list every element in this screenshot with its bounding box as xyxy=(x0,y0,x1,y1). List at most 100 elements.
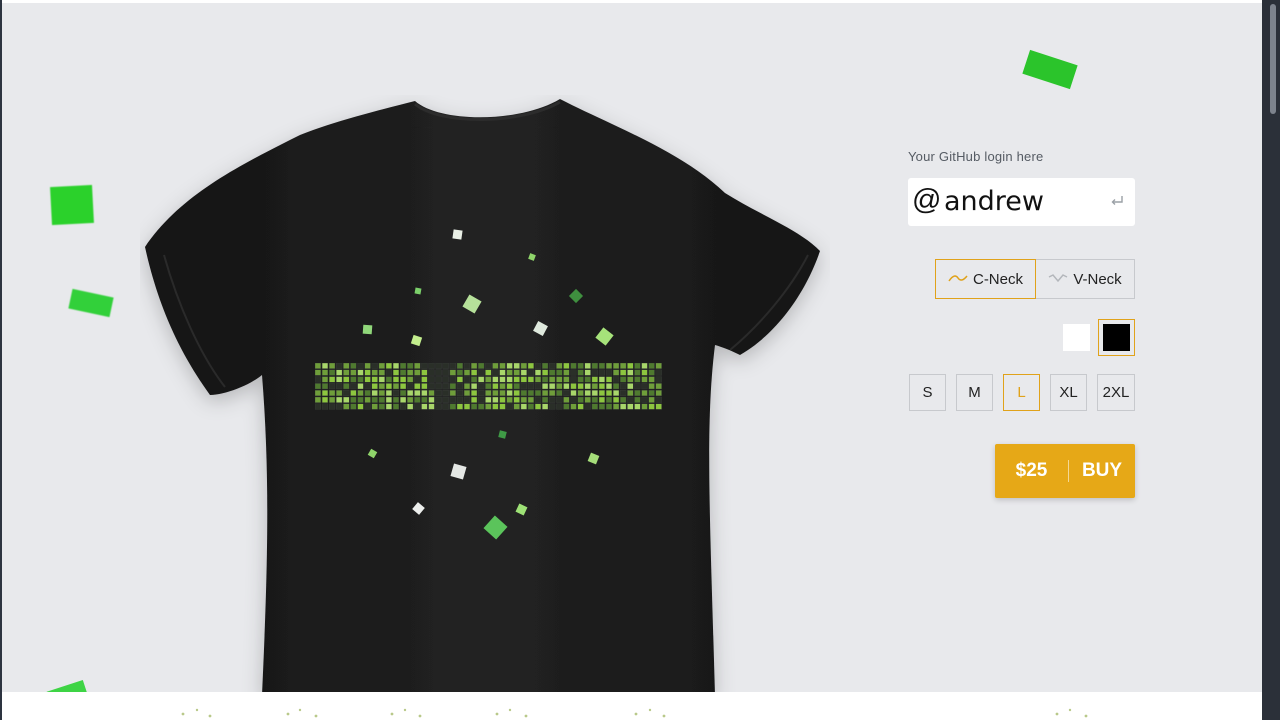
print-pixel xyxy=(534,363,542,369)
print-pixel xyxy=(598,369,606,376)
color-swatch-black[interactable] xyxy=(1098,319,1135,356)
print-pixel xyxy=(563,396,570,403)
print-pixel xyxy=(321,403,329,410)
buy-button[interactable]: $25 BUY xyxy=(995,444,1135,498)
print-pixel xyxy=(570,376,577,383)
print-pixel xyxy=(421,383,428,390)
scrollbar[interactable] xyxy=(1262,0,1280,720)
print-pixel xyxy=(520,396,527,403)
print-pixel xyxy=(442,369,449,376)
print-pixel xyxy=(591,396,598,403)
print-pixel xyxy=(407,396,414,403)
print-pixel xyxy=(371,403,378,410)
print-pixel xyxy=(328,363,336,369)
print-pixel xyxy=(549,383,556,390)
print-pixel xyxy=(414,403,421,410)
footer-decoration xyxy=(181,708,1088,718)
print-pixel xyxy=(336,396,343,403)
print-pixel xyxy=(478,390,485,397)
print-pixel xyxy=(506,403,513,410)
print-pixel xyxy=(655,376,662,383)
size-button-m[interactable]: M xyxy=(956,374,993,411)
print-pixel xyxy=(506,390,513,397)
print-pixel xyxy=(605,363,613,369)
github-login-field[interactable]: @ xyxy=(908,178,1135,226)
print-pixel xyxy=(492,390,499,397)
print-pixel xyxy=(364,403,371,410)
scrollbar-thumb[interactable] xyxy=(1270,4,1276,114)
print-pixel xyxy=(570,369,577,376)
print-pixel xyxy=(485,376,492,383)
print-pixel xyxy=(399,376,407,383)
print-pixel xyxy=(641,376,648,383)
print-pixel xyxy=(563,376,570,383)
print-pixel xyxy=(456,396,464,403)
print-pixel xyxy=(470,403,478,410)
print-pixel xyxy=(315,403,322,410)
print-pixel xyxy=(520,369,527,376)
size-button-2xl[interactable]: 2XL xyxy=(1097,374,1135,411)
v-neck-button[interactable]: V-Neck xyxy=(1036,259,1135,299)
print-pixel xyxy=(470,383,478,390)
color-swatch-white[interactable] xyxy=(1063,324,1090,351)
size-button-l[interactable]: L xyxy=(1003,374,1040,411)
print-pixel xyxy=(435,390,442,397)
size-button-xl[interactable]: XL xyxy=(1050,374,1087,411)
v-neck-label: V-Neck xyxy=(1073,270,1122,288)
print-pixel xyxy=(428,383,435,390)
print-pixel xyxy=(421,376,428,383)
print-pixel xyxy=(527,403,535,410)
print-pixel xyxy=(463,369,471,376)
print-pixel xyxy=(485,369,492,376)
print-pixel xyxy=(350,369,357,376)
print-pixel xyxy=(392,363,400,369)
print-pixel xyxy=(343,376,350,383)
print-pixel xyxy=(627,403,634,410)
print-pixel xyxy=(328,396,336,403)
print-pixel xyxy=(527,376,535,383)
print-pixel xyxy=(534,396,542,403)
print-pixel xyxy=(336,403,343,410)
print-pixel xyxy=(648,403,655,410)
print-pixel xyxy=(641,390,648,397)
size-button-s[interactable]: S xyxy=(909,374,946,411)
print-pixel xyxy=(613,390,620,397)
print-pixel xyxy=(350,363,357,369)
print-pixel xyxy=(655,369,662,376)
print-pixel xyxy=(598,376,606,383)
print-pixel xyxy=(627,376,634,383)
print-pixel xyxy=(449,403,456,410)
print-pixel xyxy=(605,390,613,397)
print-pixel xyxy=(456,363,464,369)
print-pixel xyxy=(563,383,570,390)
print-pixel xyxy=(364,376,371,383)
print-pixel xyxy=(357,376,364,383)
print-pixel xyxy=(328,403,336,410)
print-pixel xyxy=(336,390,343,397)
print-pixel xyxy=(506,396,513,403)
print-pixel xyxy=(350,383,357,390)
print-pixel xyxy=(506,376,513,383)
print-pixel xyxy=(591,376,598,383)
print-pixel xyxy=(499,403,506,410)
print-pixel xyxy=(428,396,435,403)
print-pixel xyxy=(399,390,407,397)
print-pixel xyxy=(478,383,485,390)
github-login-input[interactable] xyxy=(944,183,1094,219)
print-pixel xyxy=(541,376,549,383)
print-pixel xyxy=(343,403,350,410)
print-pixel xyxy=(392,390,400,397)
print-pixel xyxy=(570,383,577,390)
c-neck-button[interactable]: C-Neck xyxy=(935,259,1036,299)
print-pixel xyxy=(456,369,464,376)
print-pixel xyxy=(598,383,606,390)
print-pixel xyxy=(378,396,385,403)
print-pixel xyxy=(605,383,613,390)
print-pixel xyxy=(392,369,400,376)
print-pixel xyxy=(385,403,393,410)
print-pixel xyxy=(634,369,641,376)
print-pixel xyxy=(449,376,456,383)
print-pixel xyxy=(492,363,499,369)
enter-return-icon[interactable] xyxy=(1109,193,1125,209)
print-pixel xyxy=(655,396,662,403)
